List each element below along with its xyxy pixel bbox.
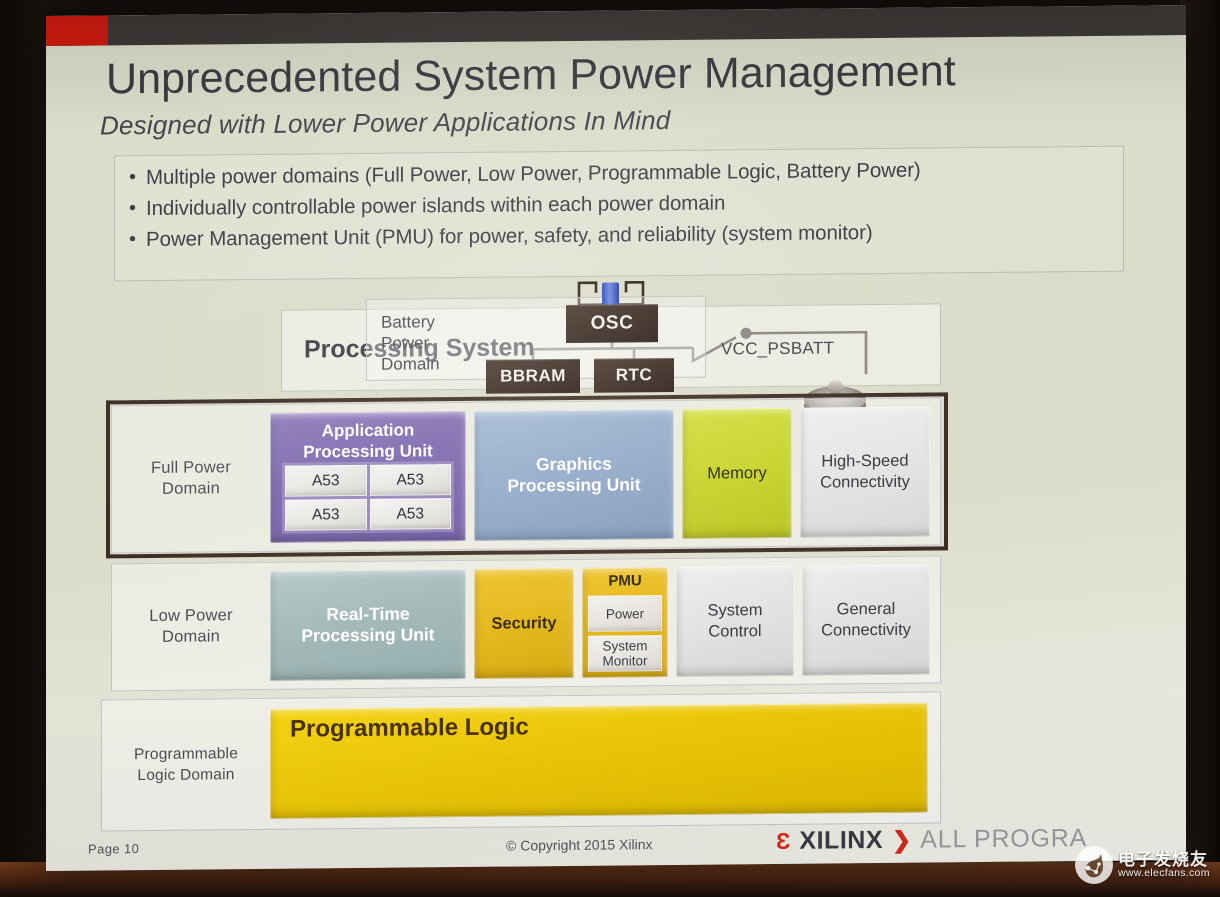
- block-system-control[interactable]: System Control: [676, 565, 794, 677]
- xilinx-logo: Ɛ XILINX ❯ ALL PROGRA: [776, 824, 1087, 856]
- core-a53: A53: [369, 498, 451, 530]
- xilinx-bracket-icon: Ɛ: [776, 827, 791, 854]
- bbram-block[interactable]: BBRAM: [486, 358, 580, 394]
- battery-power-domain-label: Battery Power Domain: [381, 312, 440, 374]
- apu-core-grid: A53 A53 A53 A53: [282, 461, 454, 534]
- full-power-blocks: Application Processing Unit A53 A53 A53 A…: [270, 398, 940, 550]
- bullet-list: • Multiple power domains (Full Power, Lo…: [114, 145, 1124, 282]
- system-control-label: System Control: [707, 601, 763, 641]
- pmu-sub-power[interactable]: Power: [588, 595, 662, 632]
- block-general-connectivity[interactable]: General Connectivity: [802, 564, 930, 676]
- wall-left-shadow: [0, 0, 46, 897]
- memory-label: Memory: [707, 463, 767, 483]
- domain-row-low-power: Low Power Domain Real-Time Processing Unit…: [111, 555, 941, 692]
- core-a53: A53: [369, 464, 451, 496]
- rpu-label: Real-Time Processing Unit: [301, 603, 435, 646]
- list-item: • Power Management Unit (PMU) for power,…: [129, 219, 1109, 251]
- core-a53: A53: [285, 498, 367, 531]
- osc-block[interactable]: OSC: [566, 304, 658, 344]
- block-memory[interactable]: Memory: [682, 407, 792, 539]
- crystal-oscillator-icon: [602, 282, 619, 305]
- xilinx-wordmark: XILINX: [799, 825, 883, 855]
- block-pmu[interactable]: PMU Power System Monitor: [582, 567, 668, 678]
- xilinx-arrow-icon: ❯: [892, 826, 912, 853]
- low-power-blocks: Real-Time Processing Unit Security PMU Po…: [270, 556, 940, 688]
- watermark-url: www.elecfans.com: [1118, 867, 1210, 880]
- rtc-block[interactable]: RTC: [594, 357, 674, 393]
- core-a53: A53: [285, 464, 367, 497]
- bullet-text: Individually controllable power islands …: [146, 191, 726, 221]
- block-application-processing-unit[interactable]: Application Processing Unit A53 A53 A53 A…: [270, 410, 466, 543]
- page-number: Page 10: [88, 841, 140, 857]
- site-watermark: 电子发烧友 www.elecfans.com: [1075, 836, 1210, 894]
- watermark-text: 电子发烧友 www.elecfans.com: [1118, 849, 1210, 880]
- security-label: Security: [491, 613, 557, 633]
- block-high-speed-connectivity[interactable]: High-Speed Connectivity: [800, 406, 930, 538]
- high-speed-connectivity-label: High-Speed Connectivity: [820, 451, 910, 492]
- bullet-text: Multiple power domains (Full Power, Low …: [146, 158, 921, 190]
- programmable-logic-blocks: Programmable Logic: [270, 692, 940, 828]
- bullet-dot-icon: •: [129, 228, 137, 251]
- presentation-slide: Unprecedented System Power Management De…: [46, 5, 1186, 871]
- watermark-cn: 电子发烧友: [1118, 849, 1208, 869]
- pmu-sub-system-monitor[interactable]: System Monitor: [588, 635, 662, 672]
- block-graphics-processing-unit[interactable]: Graphics Processing Unit: [474, 408, 674, 541]
- domain-label-full-power: Full Power Domain: [151, 458, 231, 498]
- domain-label-low-power: Low Power Domain: [149, 606, 233, 646]
- general-connectivity-label: General Connectivity: [821, 599, 911, 640]
- programmable-logic-label: Programmable Logic: [290, 713, 529, 743]
- domain-row-programmable-logic: Programmable Logic Domain Programmable Lo…: [101, 691, 941, 832]
- block-security[interactable]: Security: [474, 567, 574, 679]
- block-programmable-logic[interactable]: Programmable Logic: [270, 702, 928, 819]
- block-real-time-processing-unit[interactable]: Real-Time Processing Unit: [270, 568, 466, 681]
- domain-row-full-power: Full Power Domain Application Processing U…: [111, 397, 941, 554]
- page-subtitle: Designed with Lower Power Applications I…: [100, 105, 671, 141]
- gpu-label: Graphics Processing Unit: [507, 453, 641, 496]
- bullet-dot-icon: •: [129, 197, 137, 220]
- page-title: Unprecedented System Power Management: [106, 47, 956, 104]
- xilinx-tagline: ALL PROGRA: [920, 824, 1088, 854]
- list-item: • Multiple power domains (Full Power, Lo…: [129, 157, 1109, 189]
- pmu-label: PMU: [608, 572, 642, 590]
- bullet-dot-icon: •: [129, 166, 137, 189]
- bullet-text: Power Management Unit (PMU) for power, s…: [146, 221, 873, 252]
- list-item: • Individually controllable power island…: [129, 188, 1109, 220]
- power-domain-diagram: Processing System Battery Power Domain OSC…: [46, 280, 1186, 832]
- apu-label: Application Processing Unit: [303, 420, 433, 462]
- battery-terminal: [828, 380, 843, 395]
- vcc-psbatt-label: VCC_PSBATT: [721, 338, 835, 359]
- domain-label-programmable-logic: Programmable Logic Domain: [133, 745, 239, 785]
- elecfans-logo-icon: [1075, 846, 1113, 884]
- copyright-notice: © Copyright 2015 Xilinx: [506, 836, 653, 854]
- slide-accent-bar: [46, 15, 108, 47]
- wall-right-shadow: [1180, 0, 1220, 897]
